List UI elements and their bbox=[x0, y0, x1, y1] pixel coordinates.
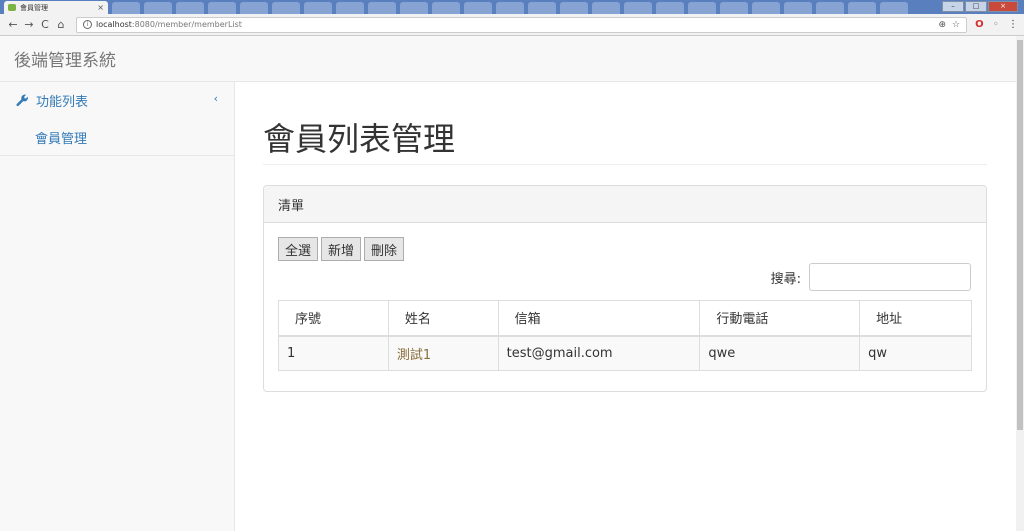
browser-tab[interactable] bbox=[112, 2, 140, 14]
browser-tabstrip: 會員管理 × – □ × bbox=[0, 0, 1024, 14]
cell-name[interactable]: 測試1 bbox=[387, 335, 499, 371]
search-input[interactable] bbox=[809, 263, 971, 291]
info-icon[interactable]: i bbox=[83, 20, 92, 29]
browser-tab[interactable] bbox=[560, 2, 588, 14]
browser-tab[interactable] bbox=[752, 2, 780, 14]
column-header-phone[interactable]: 行動電話 bbox=[699, 300, 861, 337]
browser-tab[interactable] bbox=[336, 2, 364, 14]
opera-icon[interactable]: O bbox=[975, 19, 984, 30]
chevron-left-icon[interactable]: ‹ bbox=[214, 92, 218, 105]
url-path: :8080/member/memberList bbox=[131, 20, 242, 29]
browser-tab[interactable] bbox=[400, 2, 428, 14]
browser-tab[interactable] bbox=[624, 2, 652, 14]
table-header-row: 序號 姓名 信箱 行動電話 地址 bbox=[278, 300, 972, 337]
browser-tab[interactable] bbox=[368, 2, 396, 14]
panel-heading: 清單 bbox=[264, 186, 986, 223]
browser-tab[interactable] bbox=[272, 2, 300, 14]
browser-tab[interactable] bbox=[528, 2, 556, 14]
column-header-address[interactable]: 地址 bbox=[859, 300, 972, 337]
search-label: 搜尋: bbox=[770, 271, 801, 287]
reload-icon[interactable]: C bbox=[38, 18, 52, 31]
browser-tab[interactable] bbox=[784, 2, 812, 14]
cell-email: test@gmail.com bbox=[497, 335, 701, 371]
select-all-button[interactable]: 全選 bbox=[278, 237, 319, 261]
browser-tab[interactable] bbox=[144, 2, 172, 14]
browser-tab[interactable] bbox=[816, 2, 844, 14]
top-navbar: 後端管理系統 bbox=[0, 36, 1016, 82]
add-button[interactable]: 新增 bbox=[321, 237, 362, 261]
main-content: 會員列表管理 清單 全選 新增 刪除 搜尋: 序號 姓名 信箱 行動電話 地址 … bbox=[263, 82, 987, 392]
minimize-button[interactable]: – bbox=[942, 1, 964, 12]
zoom-icon[interactable]: ⊕ bbox=[938, 20, 946, 30]
browser-tab[interactable] bbox=[720, 2, 748, 14]
browser-tab[interactable] bbox=[208, 2, 236, 14]
panel-body: 全選 新增 刪除 搜尋: 序號 姓名 信箱 行動電話 地址 1 測試1 test… bbox=[264, 223, 986, 371]
sidebar-group-features[interactable]: 功能列表 ‹ bbox=[0, 82, 234, 120]
tab-close-icon[interactable]: × bbox=[97, 3, 104, 12]
sidebar-item-label: 會員管理 bbox=[35, 132, 88, 147]
close-window-button[interactable]: × bbox=[988, 1, 1018, 12]
home-icon[interactable]: ⌂ bbox=[54, 18, 68, 31]
column-header-name[interactable]: 姓名 bbox=[387, 300, 499, 337]
browser-tab[interactable] bbox=[304, 2, 332, 14]
browser-tab[interactable] bbox=[880, 2, 908, 14]
browser-tab[interactable] bbox=[176, 2, 204, 14]
menu-kebab-icon[interactable]: ⋮ bbox=[1008, 19, 1018, 30]
browser-tab[interactable] bbox=[240, 2, 268, 14]
action-buttons: 全選 新增 刪除 bbox=[278, 237, 972, 261]
sidebar-item-member-management[interactable]: 會員管理 bbox=[0, 120, 234, 156]
brand-title[interactable]: 後端管理系統 bbox=[14, 46, 116, 71]
url-input[interactable]: i localhost:8080/member/memberList ⊕ ☆ bbox=[76, 16, 968, 33]
favicon-icon bbox=[8, 4, 16, 11]
delete-button[interactable]: 刪除 bbox=[364, 237, 405, 261]
browser-tab[interactable] bbox=[656, 2, 684, 14]
browser-tab[interactable] bbox=[592, 2, 620, 14]
browser-tab[interactable] bbox=[432, 2, 460, 14]
window-controls: – □ × bbox=[942, 1, 1018, 12]
back-arrow-icon[interactable]: ← bbox=[6, 18, 20, 31]
sidebar: 功能列表 ‹ 會員管理 bbox=[0, 82, 235, 531]
sidebar-group-label: 功能列表 bbox=[36, 95, 89, 110]
url-host: localhost bbox=[96, 20, 132, 29]
column-header-id[interactable]: 序號 bbox=[278, 300, 389, 337]
browser-tab[interactable] bbox=[464, 2, 492, 14]
wrench-icon bbox=[16, 94, 30, 108]
column-header-email[interactable]: 信箱 bbox=[497, 300, 701, 337]
tab-title: 會員管理 bbox=[20, 3, 48, 12]
list-panel: 清單 全選 新增 刪除 搜尋: 序號 姓名 信箱 行動電話 地址 1 測試1 t… bbox=[263, 185, 987, 392]
browser-tab[interactable] bbox=[496, 2, 524, 14]
scrollbar-thumb[interactable] bbox=[1017, 40, 1023, 430]
cell-address: qw bbox=[859, 335, 972, 371]
forward-arrow-icon[interactable]: → bbox=[22, 18, 36, 31]
table-row[interactable]: 1 測試1 test@gmail.com qwe qw bbox=[278, 335, 972, 371]
extension-icon[interactable]: ⚬ bbox=[992, 19, 1000, 30]
member-table: 序號 姓名 信箱 行動電話 地址 1 測試1 test@gmail.com qw… bbox=[278, 300, 972, 371]
browser-tab-active[interactable]: 會員管理 × bbox=[4, 1, 108, 14]
maximize-button[interactable]: □ bbox=[965, 1, 987, 12]
page-header: 會員列表管理 bbox=[263, 120, 987, 165]
cell-phone: qwe bbox=[699, 335, 861, 371]
browser-tab[interactable] bbox=[848, 2, 876, 14]
address-bar: ← → C ⌂ i localhost:8080/member/memberLi… bbox=[0, 14, 1024, 36]
browser-tab[interactable] bbox=[688, 2, 716, 14]
cell-id: 1 bbox=[278, 335, 389, 371]
bookmark-star-icon[interactable]: ☆ bbox=[952, 20, 960, 30]
search-row: 搜尋: bbox=[771, 263, 971, 291]
page-title: 會員列表管理 bbox=[263, 120, 456, 158]
